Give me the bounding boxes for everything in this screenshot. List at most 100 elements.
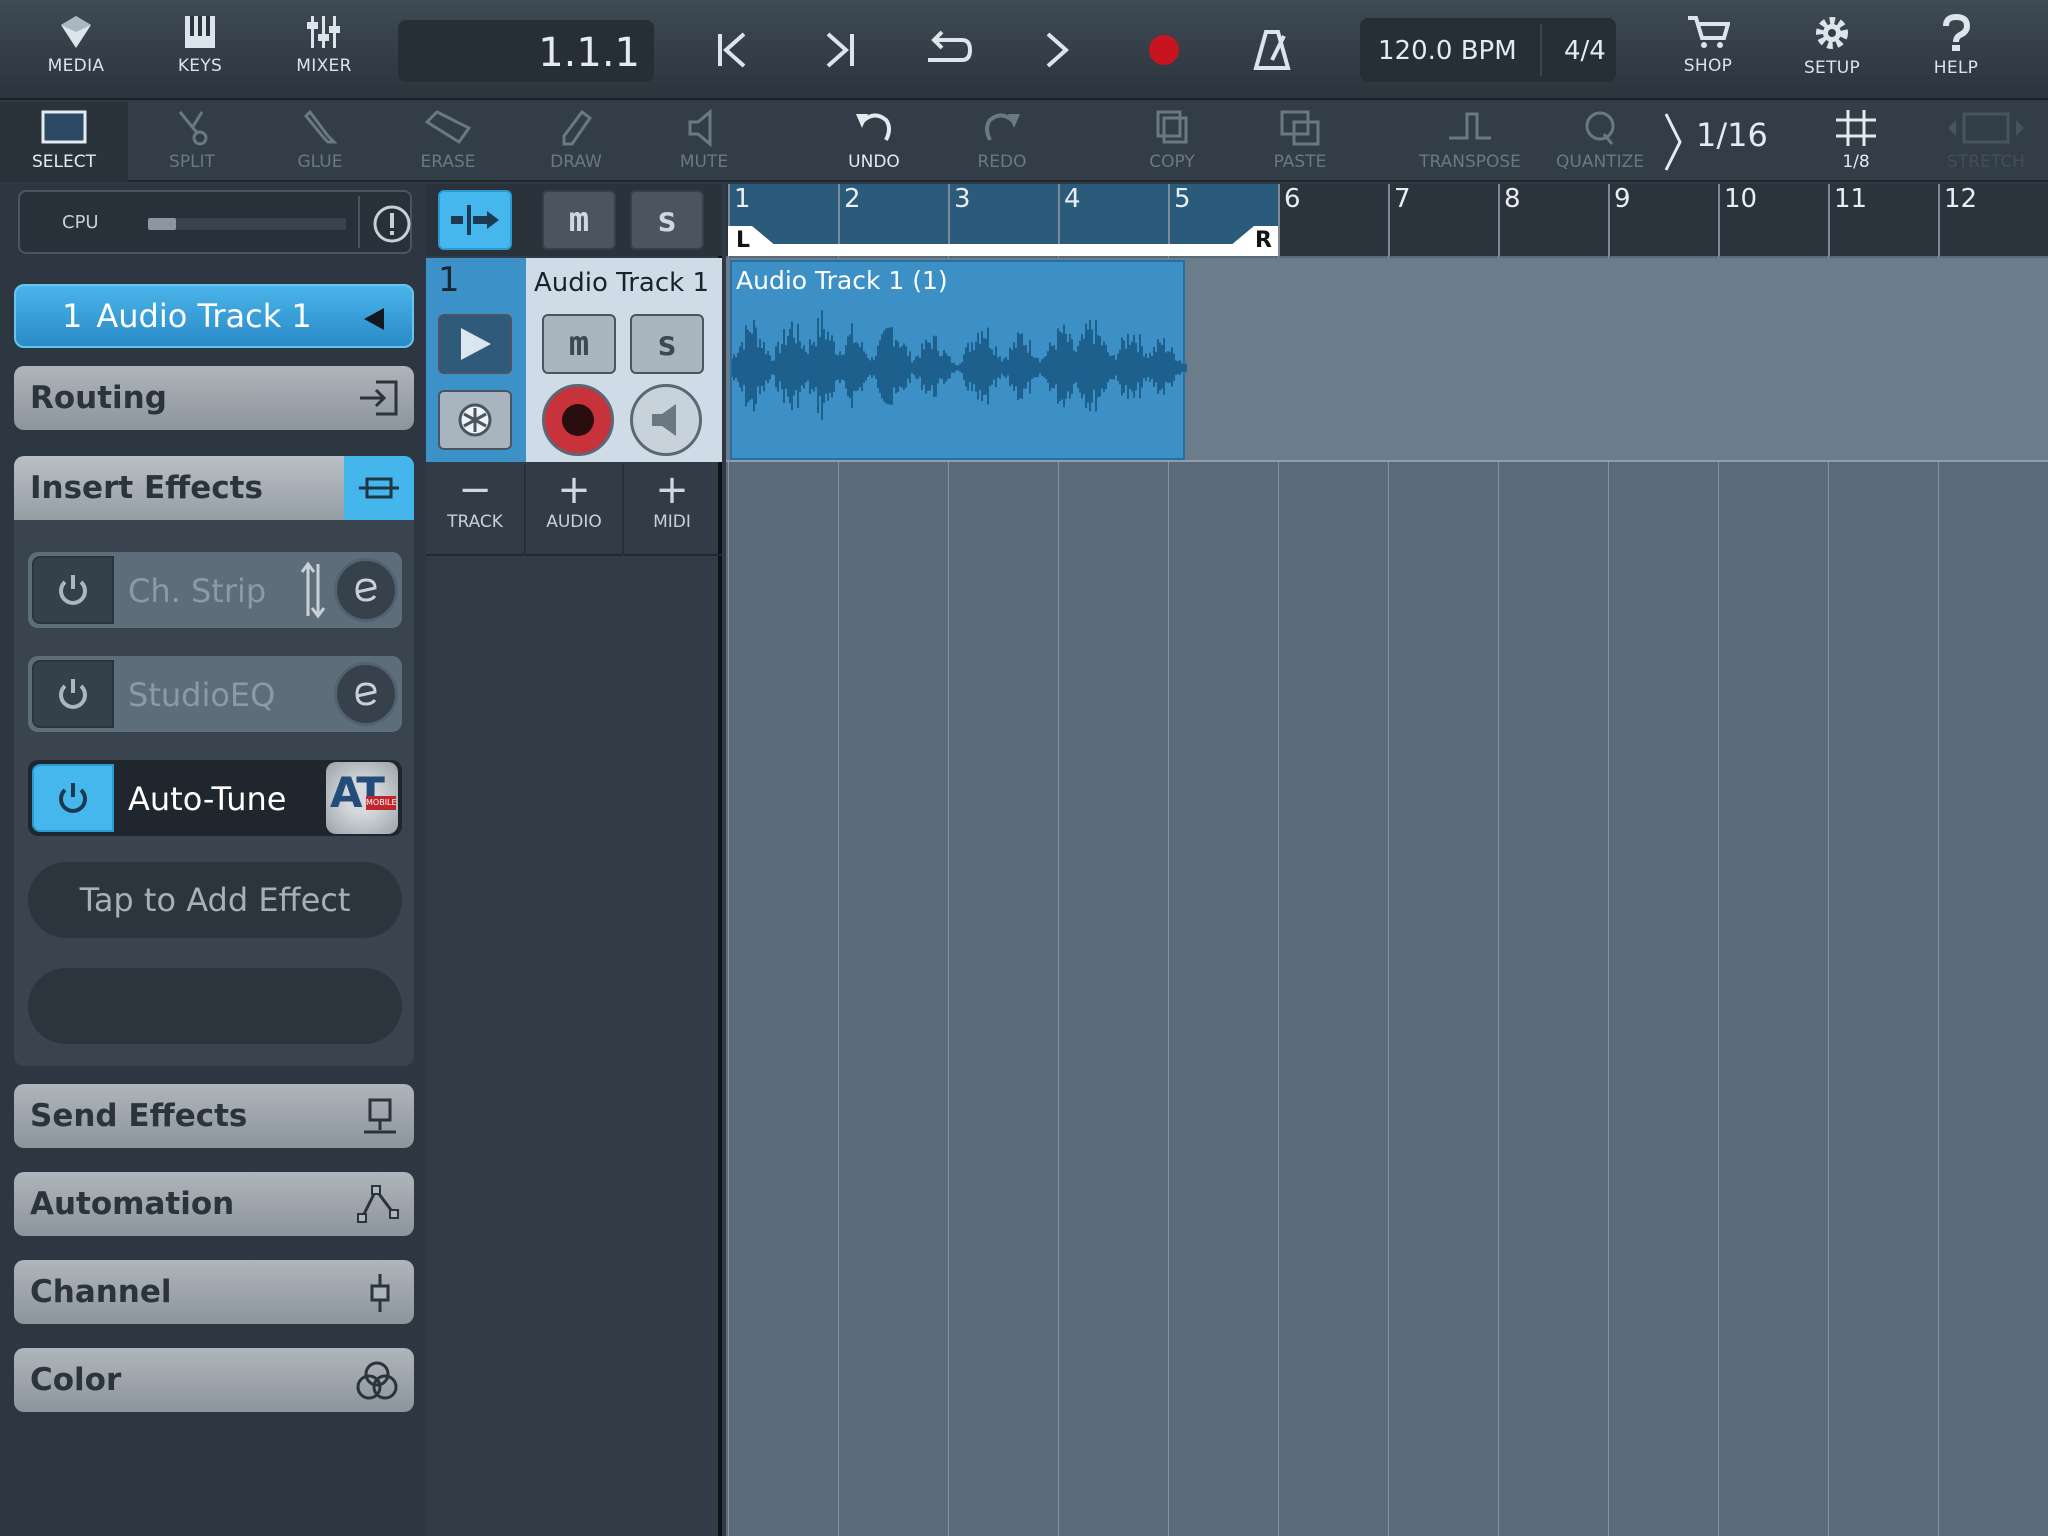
play-icon xyxy=(461,328,491,360)
effect-slot-auto-tune[interactable]: Auto-Tune AT MOBILE xyxy=(28,760,402,836)
bar-number-label: 11 xyxy=(1834,184,1868,214)
track-row[interactable]: 1 Audio Track 1 m s xyxy=(426,258,722,462)
loop-range-bar[interactable] xyxy=(728,244,1278,256)
effect-power-toggle[interactable] xyxy=(32,764,114,832)
timeline-ruler[interactable]: 1 2 3 4 5 6 7 8 9 10 11 12 L R xyxy=(726,184,2048,256)
transpose-button[interactable]: TRANSPOSE xyxy=(1410,102,1530,182)
track-record-arm-button[interactable] xyxy=(542,384,614,456)
track-view-mode-button[interactable] xyxy=(438,190,512,250)
stretch-button[interactable]: STRETCH xyxy=(1936,102,2036,182)
keys-button[interactable]: KEYS xyxy=(160,0,240,100)
power-icon xyxy=(59,679,87,709)
time-signature[interactable]: 4/4 xyxy=(1564,36,1606,66)
mixer-button[interactable]: MIXER xyxy=(284,0,364,100)
effect-name: Auto-Tune xyxy=(128,780,287,818)
automation-section-button[interactable]: Automation xyxy=(14,1172,414,1236)
loop-button[interactable] xyxy=(918,20,978,80)
shop-button[interactable]: SHOP xyxy=(1668,0,1748,100)
track-row-name[interactable]: Audio Track 1 xyxy=(534,268,709,298)
power-icon xyxy=(59,575,87,605)
track-select-button[interactable] xyxy=(438,314,512,374)
auto-tune-logo[interactable]: AT MOBILE xyxy=(326,762,398,834)
global-solo-button[interactable]: s xyxy=(630,190,704,250)
split-tool-button[interactable]: SPLIT xyxy=(148,102,236,182)
insert-effects-toggle[interactable] xyxy=(344,456,414,520)
speaker-mute-icon xyxy=(688,108,712,148)
selected-track-header[interactable]: 1 Audio Track 1 xyxy=(14,284,414,348)
mixer-icon xyxy=(307,16,340,48)
collapse-left-icon[interactable] xyxy=(362,306,386,332)
grid-button[interactable]: 1/8 xyxy=(1816,102,1896,182)
effect-power-toggle[interactable] xyxy=(32,660,114,728)
color-section-button[interactable]: Color xyxy=(14,1348,414,1412)
channel-section-button[interactable]: Channel xyxy=(14,1260,414,1324)
copy-button[interactable]: COPY xyxy=(1128,102,1216,182)
arrange-view[interactable]: 1 2 3 4 5 6 7 8 9 10 11 12 L R Audio Track 1 (1) xyxy=(726,184,2048,1536)
send-effects-section-button[interactable]: Send Effects xyxy=(14,1084,414,1148)
mute-tool-button[interactable]: MUTE xyxy=(660,102,748,182)
effect-power-toggle[interactable] xyxy=(32,556,114,624)
insert-effects-header[interactable]: Insert Effects xyxy=(14,456,414,520)
audio-clip[interactable]: Audio Track 1 (1) xyxy=(730,260,1187,460)
bar-number-label: 5 xyxy=(1174,184,1191,214)
record-button[interactable] xyxy=(1134,20,1194,80)
add-audio-track-button[interactable]: + AUDIO xyxy=(524,464,622,556)
power-icon xyxy=(59,783,87,813)
bar-number-label: 7 xyxy=(1394,184,1411,214)
bar-number-12: 12 xyxy=(1938,184,1977,256)
media-button[interactable]: MEDIA xyxy=(36,0,116,100)
bar-number-9: 9 xyxy=(1608,184,1631,256)
track-solo-button[interactable]: s xyxy=(630,314,704,374)
effect-slot-studioeq[interactable]: StudioEQ xyxy=(28,656,402,732)
eraser-icon xyxy=(424,110,472,145)
warning-icon[interactable] xyxy=(372,204,412,244)
tempo-display[interactable]: 120.0 BPM 4/4 xyxy=(1360,18,1616,82)
track-freeze-button[interactable] xyxy=(438,390,512,450)
glue-tool-button[interactable]: GLUE xyxy=(276,102,364,182)
empty-effect-slot[interactable] xyxy=(28,968,402,1044)
select-tool-button[interactable]: SELECT xyxy=(0,102,128,182)
track-list-toolbar: m s xyxy=(426,184,722,256)
undo-icon xyxy=(856,113,891,141)
grid-icon xyxy=(1836,110,1876,146)
play-button[interactable] xyxy=(1026,20,1086,80)
effect-slot-ch-strip[interactable]: Ch. Strip xyxy=(28,552,402,628)
track-actions: − TRACK + AUDIO + MIDI xyxy=(426,464,722,556)
record-icon xyxy=(562,404,594,436)
paste-button[interactable]: PASTE xyxy=(1256,102,1344,182)
tempo-readout: 120.0 BPM xyxy=(1378,36,1517,66)
skip-to-end-button[interactable] xyxy=(810,20,870,80)
add-effect-slot[interactable]: Tap to Add Effect xyxy=(28,862,402,938)
bar-number-label: 9 xyxy=(1614,184,1631,214)
routing-section-button[interactable]: Routing xyxy=(14,366,414,430)
undo-button[interactable]: UNDO xyxy=(830,102,918,182)
edit-toolbar: SELECT SPLIT GLUE ERASE DRAW MUTE UNDO R… xyxy=(0,102,2048,182)
quantize-button[interactable]: QUANTIZE xyxy=(1552,102,1648,182)
add-midi-track-button[interactable]: + MIDI xyxy=(622,464,720,556)
effect-edit-button[interactable] xyxy=(334,662,398,726)
quantize-value[interactable]: 1/16 xyxy=(1696,116,1768,154)
erase-tool-button[interactable]: ERASE xyxy=(404,102,492,182)
rewind-button[interactable] xyxy=(702,20,762,80)
cpu-label: CPU xyxy=(62,212,99,233)
setup-button[interactable]: SETUP xyxy=(1792,0,1872,100)
remove-track-button[interactable]: − TRACK xyxy=(426,464,524,556)
draw-tool-button[interactable]: DRAW xyxy=(532,102,620,182)
track-monitor-button[interactable] xyxy=(630,384,702,456)
auto-tune-logo-badge: MOBILE xyxy=(366,796,397,810)
metronome-button[interactable] xyxy=(1242,20,1302,80)
reorder-icon[interactable] xyxy=(298,560,328,620)
bar-number-6: 6 xyxy=(1278,184,1301,256)
redo-button[interactable]: REDO xyxy=(958,102,1046,182)
bar-number-label: 4 xyxy=(1064,184,1081,214)
daw-app: MEDIA KEYS MIXER 1.1.1 120.0 BPM 4/4 SHO… xyxy=(0,0,2048,1536)
position-display[interactable]: 1.1.1 xyxy=(398,20,654,82)
help-button[interactable]: HELP xyxy=(1916,0,1996,100)
effect-edit-button[interactable] xyxy=(334,558,398,622)
global-mute-button[interactable]: m xyxy=(542,190,616,250)
track-mute-button[interactable]: m xyxy=(542,314,616,374)
edit-icon xyxy=(355,682,377,706)
track-number: 1 xyxy=(62,297,83,335)
record-icon xyxy=(1149,35,1179,65)
fader-icon xyxy=(370,1274,390,1312)
